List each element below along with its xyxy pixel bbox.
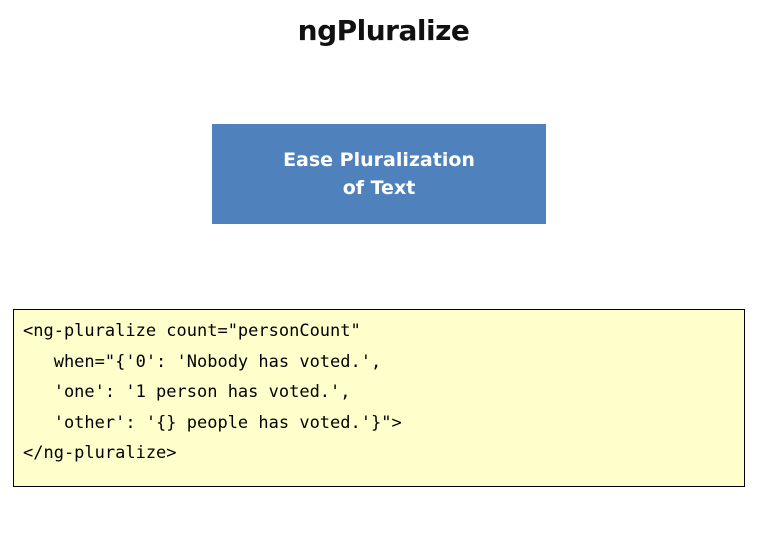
- callout-line-1: Ease Pluralization: [283, 149, 475, 171]
- code-line: 'other': '{} people has voted.'}">: [23, 412, 402, 433]
- code-block: <ng-pluralize count="personCount" when="…: [13, 309, 745, 487]
- code-line: </ng-pluralize>: [23, 443, 177, 463]
- code-line: 'one': '1 person has voted.',: [23, 382, 351, 402]
- callout-box: Ease Pluralization of Text: [212, 124, 546, 224]
- code-line: <ng-pluralize count="personCount": [23, 321, 361, 341]
- callout-line-2: of Text: [342, 177, 416, 199]
- callout-text: Ease Pluralization of Text: [283, 146, 475, 202]
- code-line: when="{'0': 'Nobody has voted.',: [23, 351, 382, 372]
- slide-title: ngPluralize: [297, 14, 470, 47]
